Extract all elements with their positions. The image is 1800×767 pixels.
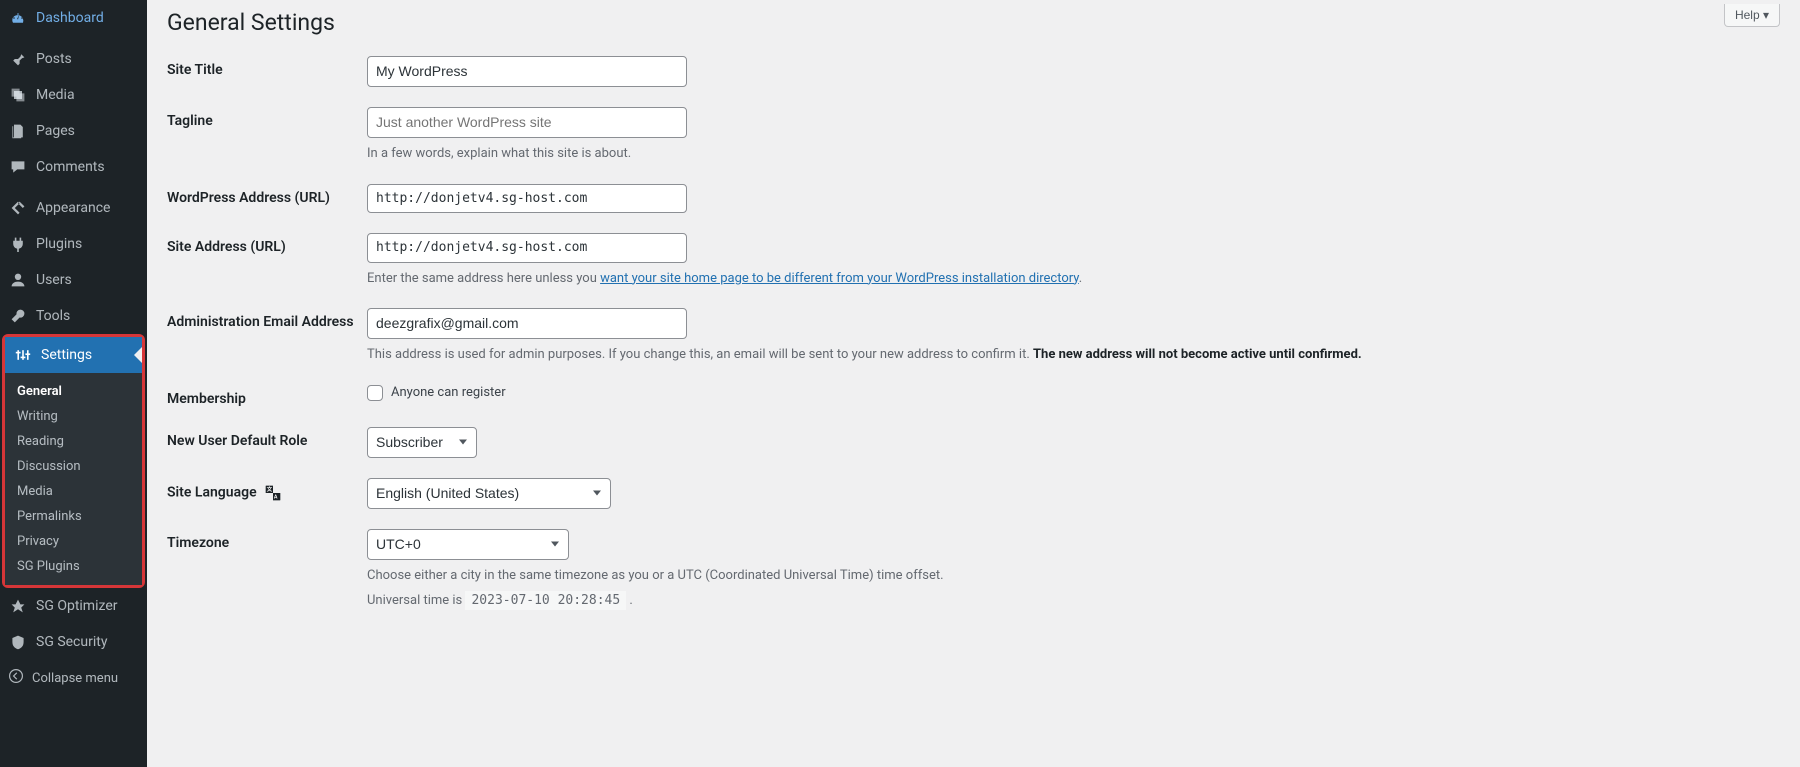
sidebar-item-label: SG Security: [36, 634, 107, 650]
default-role-select[interactable]: Subscriber: [367, 427, 477, 458]
membership-checkbox[interactable]: [367, 385, 383, 401]
submenu-item-media[interactable]: Media: [5, 479, 142, 504]
pages-icon: [8, 121, 28, 141]
collapse-menu-button[interactable]: Collapse menu: [0, 660, 147, 696]
tagline-description: In a few words, explain what this site i…: [367, 144, 1780, 164]
admin-email-label: Administration Email Address: [167, 308, 367, 330]
comments-icon: [8, 157, 28, 177]
sidebar-item-tools[interactable]: Tools: [0, 298, 147, 334]
sidebar-item-users[interactable]: Users: [0, 262, 147, 298]
sidebar-item-posts[interactable]: Posts: [0, 41, 147, 77]
page-title: General Settings: [167, 0, 1780, 56]
tools-icon: [8, 306, 28, 326]
sidebar-item-comments[interactable]: Comments: [0, 149, 147, 185]
wp-url-label: WordPress Address (URL): [167, 184, 367, 206]
sidebar-item-label: Dashboard: [36, 10, 104, 26]
timezone-label: Timezone: [167, 529, 367, 551]
site-title-input[interactable]: [367, 56, 687, 87]
settings-submenu: General Writing Reading Discussion Media…: [5, 373, 142, 585]
submenu-item-discussion[interactable]: Discussion: [5, 454, 142, 479]
site-url-input[interactable]: [367, 233, 687, 263]
site-url-description: Enter the same address here unless you w…: [367, 269, 1780, 289]
sidebar-item-settings[interactable]: Settings: [5, 337, 142, 373]
site-url-label: Site Address (URL): [167, 233, 367, 255]
universal-time-value: 2023-07-10 20:28:45: [465, 591, 626, 610]
sidebar-item-dashboard[interactable]: Dashboard: [0, 0, 147, 36]
sidebar-item-label: Pages: [36, 123, 75, 139]
timezone-description: Choose either a city in the same timezon…: [367, 566, 1780, 586]
svg-text:A: A: [274, 494, 278, 500]
sidebar-item-label: SG Optimizer: [36, 598, 117, 614]
submenu-item-privacy[interactable]: Privacy: [5, 529, 142, 554]
pin-icon: [8, 49, 28, 69]
sidebar-item-label: Plugins: [36, 236, 82, 252]
submenu-item-sg-plugins[interactable]: SG Plugins: [5, 554, 142, 579]
membership-checkbox-label: Anyone can register: [391, 385, 506, 400]
tagline-label: Tagline: [167, 107, 367, 129]
sidebar-item-label: Appearance: [36, 200, 110, 216]
timezone-select[interactable]: UTC+0: [367, 529, 569, 560]
main-content: Help ▾ General Settings Site Title Tagli…: [147, 0, 1800, 767]
sidebar-item-sg-optimizer[interactable]: SG Optimizer: [0, 588, 147, 624]
shield-icon: [8, 632, 28, 652]
language-select[interactable]: English (United States): [367, 478, 611, 509]
submenu-item-reading[interactable]: Reading: [5, 429, 142, 454]
membership-label: Membership: [167, 385, 367, 407]
admin-email-description: This address is used for admin purposes.…: [367, 345, 1780, 365]
sidebar-item-label: Users: [36, 272, 72, 288]
sidebar-item-label: Media: [36, 87, 75, 103]
wp-url-input[interactable]: [367, 184, 687, 214]
plugin-icon: [8, 234, 28, 254]
sidebar-item-label: Comments: [36, 159, 105, 175]
language-label: Site Language 文A: [167, 478, 367, 502]
sidebar-item-label: Settings: [41, 347, 92, 363]
default-role-label: New User Default Role: [167, 427, 367, 449]
admin-email-input[interactable]: [367, 308, 687, 339]
sidebar-item-plugins[interactable]: Plugins: [0, 226, 147, 262]
collapse-icon: [8, 668, 24, 688]
sidebar-item-pages[interactable]: Pages: [0, 113, 147, 149]
dashboard-icon: [8, 8, 28, 28]
site-url-help-link[interactable]: want your site home page to be different…: [600, 271, 1079, 286]
svg-text:文: 文: [267, 485, 273, 493]
collapse-menu-label: Collapse menu: [32, 671, 118, 686]
submenu-item-permalinks[interactable]: Permalinks: [5, 504, 142, 529]
tagline-input[interactable]: [367, 107, 687, 138]
universal-time-line: Universal time is 2023-07-10 20:28:45 .: [367, 591, 1780, 611]
sidebar-item-label: Posts: [36, 51, 72, 67]
sidebar-item-appearance[interactable]: Appearance: [0, 190, 147, 226]
settings-icon: [13, 345, 33, 365]
user-icon: [8, 270, 28, 290]
submenu-item-writing[interactable]: Writing: [5, 404, 142, 429]
submenu-item-general[interactable]: General: [5, 379, 142, 404]
sg-optimizer-icon: [8, 596, 28, 616]
sidebar-item-label: Tools: [36, 308, 70, 324]
site-title-label: Site Title: [167, 56, 367, 78]
help-button[interactable]: Help ▾: [1724, 4, 1780, 27]
highlighted-settings-section: Settings General Writing Reading Discuss…: [2, 334, 145, 588]
sidebar-item-sg-security[interactable]: SG Security: [0, 624, 147, 660]
media-icon: [8, 85, 28, 105]
sidebar-item-media[interactable]: Media: [0, 77, 147, 113]
admin-sidebar: Dashboard Posts Media Pages Comments App…: [0, 0, 147, 767]
appearance-icon: [8, 198, 28, 218]
translate-icon: 文A: [264, 484, 282, 502]
